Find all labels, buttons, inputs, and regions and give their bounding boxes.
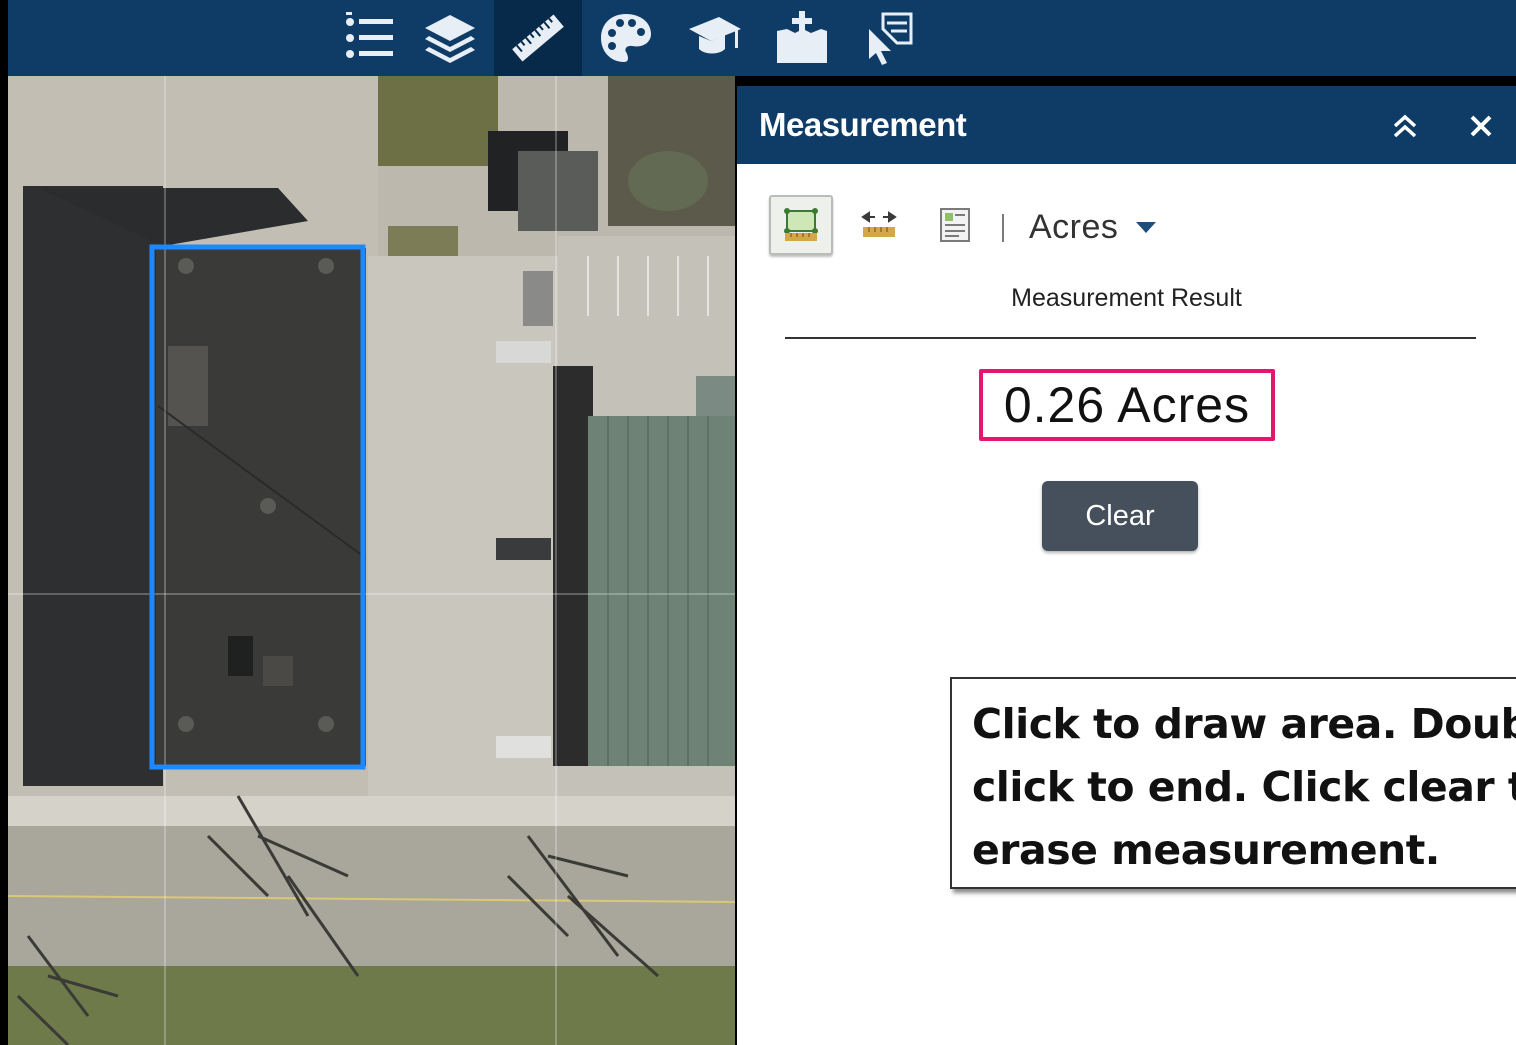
unit-dropdown[interactable]: Acres bbox=[1029, 204, 1157, 250]
unit-label: Acres bbox=[1029, 207, 1119, 246]
ruler-measure-icon[interactable] bbox=[494, 0, 582, 76]
legend-list-icon[interactable] bbox=[326, 0, 414, 76]
instruction-callout: Click to draw area. Double click to end.… bbox=[950, 677, 1516, 889]
panel-header: Measurement bbox=[737, 86, 1516, 164]
close-icon[interactable] bbox=[1463, 108, 1499, 144]
toolbar-separator bbox=[1002, 214, 1004, 242]
layers-icon[interactable] bbox=[406, 0, 494, 76]
location-measure-icon[interactable] bbox=[923, 195, 987, 255]
divider bbox=[785, 337, 1476, 339]
callout-line: erase measurement. bbox=[972, 826, 1440, 874]
result-value: 0.26 Acres bbox=[979, 369, 1275, 441]
result-value-text: 0.26 Acres bbox=[1003, 377, 1251, 433]
distance-measure-icon[interactable] bbox=[847, 195, 911, 255]
callout-line: click to end. Click clear to bbox=[972, 763, 1516, 811]
map-view[interactable] bbox=[8, 76, 735, 1045]
callout-line: Click to draw area. Double bbox=[972, 700, 1516, 748]
area-measure-icon[interactable] bbox=[769, 195, 833, 255]
basemap-palette-icon[interactable] bbox=[582, 0, 670, 76]
aerial-imagery bbox=[8, 76, 735, 1045]
panel-title: Measurement bbox=[759, 106, 967, 143]
result-label: Measurement Result bbox=[1011, 284, 1242, 312]
education-cap-icon[interactable] bbox=[670, 0, 758, 76]
add-data-icon[interactable] bbox=[758, 0, 846, 76]
clear-button[interactable]: Clear bbox=[1042, 481, 1198, 551]
measurement-panel: Measurement Acres Measurement Result 0.2… bbox=[737, 86, 1516, 1045]
main-toolbar bbox=[8, 0, 1516, 76]
collapse-icon[interactable] bbox=[1387, 108, 1423, 144]
select-tool-icon[interactable] bbox=[846, 0, 934, 76]
chevron-down-icon bbox=[1136, 221, 1157, 233]
